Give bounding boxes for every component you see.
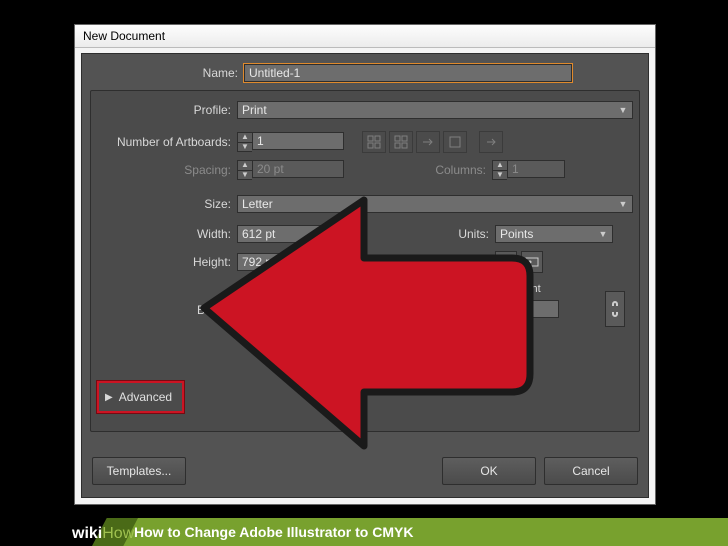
- columns-stepper: ▲▼: [492, 160, 565, 180]
- orientation-landscape-button[interactable]: [521, 251, 543, 273]
- width-label: Width:: [91, 227, 237, 241]
- bleed-right-stepper[interactable]: ▲▼: [486, 300, 559, 320]
- row-arrow-icon[interactable]: [416, 131, 440, 153]
- arrange-rtl-icon[interactable]: [479, 131, 503, 153]
- cancel-label: Cancel: [572, 464, 609, 478]
- artboard-layout-group: [362, 131, 503, 153]
- new-document-dialog: New Document Name: Profile: Print ▼: [74, 24, 656, 505]
- step-down-icon[interactable]: ▼: [321, 311, 335, 320]
- wikihow-footer: How to Change Adobe Illustrator to CMYK …: [0, 518, 728, 546]
- size-select[interactable]: Letter ▼: [237, 195, 633, 213]
- spacing-label: Spacing:: [91, 163, 237, 177]
- orientation-label: Orientation:: [329, 255, 495, 269]
- orientation-portrait-button[interactable]: [495, 251, 517, 273]
- profile-value: Print: [242, 101, 267, 119]
- dialog-titlebar[interactable]: New Document: [75, 25, 655, 48]
- bleed-right-label: Right: [515, 283, 541, 295]
- dialog-body: Name: Profile: Print ▼ Number of Artboar…: [81, 53, 649, 498]
- height-label: Height:: [91, 255, 237, 269]
- wikihow-logo: wikiHow: [72, 525, 134, 543]
- width-input[interactable]: [237, 225, 329, 243]
- name-label: Name:: [82, 66, 244, 80]
- columns-label: Columns:: [344, 163, 492, 177]
- triangle-right-icon: ▶: [105, 392, 113, 403]
- footer-article-title: How to Change Adobe Illustrator to CMYK: [134, 524, 413, 540]
- cancel-button[interactable]: Cancel: [544, 457, 638, 485]
- ok-button[interactable]: OK: [442, 457, 536, 485]
- artboards-label: Number of Artboards:: [91, 135, 237, 149]
- bleed-right-input[interactable]: [501, 300, 559, 318]
- bleed-left-stepper[interactable]: ▲▼: [403, 300, 476, 320]
- color-mode-partial-label: Color Mode:: [191, 413, 256, 427]
- chevron-down-icon: ▼: [596, 225, 610, 243]
- bleed-bottom-stepper[interactable]: ▲▼: [320, 300, 393, 320]
- bleed-top-input[interactable]: [252, 300, 310, 318]
- step-down-icon[interactable]: ▼: [238, 311, 252, 320]
- link-bleed-icon[interactable]: [605, 291, 625, 327]
- spacing-input: [252, 160, 344, 178]
- step-down-icon: ▼: [238, 171, 252, 180]
- bleed-top-label: Top: [249, 283, 267, 295]
- ok-label: OK: [480, 464, 497, 478]
- bleed-label: Bleed:: [91, 303, 237, 317]
- logo-wiki: wiki: [72, 525, 102, 542]
- bleed-bottom-input[interactable]: [335, 300, 393, 318]
- step-down-icon[interactable]: ▼: [238, 143, 252, 152]
- size-label: Size:: [91, 197, 237, 211]
- column-arrow-icon[interactable]: [443, 131, 467, 153]
- profile-select[interactable]: Print ▼: [237, 101, 633, 119]
- spacing-stepper: ▲▼: [237, 160, 344, 180]
- chevron-down-icon: ▼: [616, 101, 630, 119]
- settings-panel: Profile: Print ▼ Number of Artboards: ▲▼: [90, 90, 640, 432]
- step-down-icon[interactable]: ▼: [404, 311, 418, 320]
- size-value: Letter: [242, 195, 273, 213]
- columns-input: [507, 160, 565, 178]
- grid-by-row-icon[interactable]: [362, 131, 386, 153]
- advanced-disclosure[interactable]: ▶ Advanced: [97, 381, 184, 413]
- bleed-left-input[interactable]: [418, 300, 476, 318]
- profile-label: Profile:: [91, 103, 237, 117]
- templates-button[interactable]: Templates...: [92, 457, 186, 485]
- name-input[interactable]: [244, 64, 572, 82]
- logo-how: How: [102, 525, 134, 542]
- artboards-stepper[interactable]: ▲▼: [237, 132, 344, 152]
- bleed-top-stepper[interactable]: ▲▼: [237, 300, 310, 320]
- units-select[interactable]: Points ▼: [495, 225, 613, 243]
- height-input[interactable]: [237, 253, 329, 271]
- grid-by-column-icon[interactable]: [389, 131, 413, 153]
- step-down-icon: ▼: [493, 171, 507, 180]
- bleed-bottom-label: Bottom: [335, 283, 370, 295]
- bleed-left-label: Left: [429, 283, 447, 295]
- step-down-icon[interactable]: ▼: [487, 311, 501, 320]
- units-label: Units:: [329, 227, 495, 241]
- templates-label: Templates...: [107, 464, 172, 478]
- advanced-label: Advanced: [119, 390, 172, 404]
- chevron-down-icon: ▼: [616, 195, 630, 213]
- dialog-title: New Document: [83, 29, 165, 43]
- units-value: Points: [500, 225, 533, 243]
- artboards-input[interactable]: [252, 132, 344, 150]
